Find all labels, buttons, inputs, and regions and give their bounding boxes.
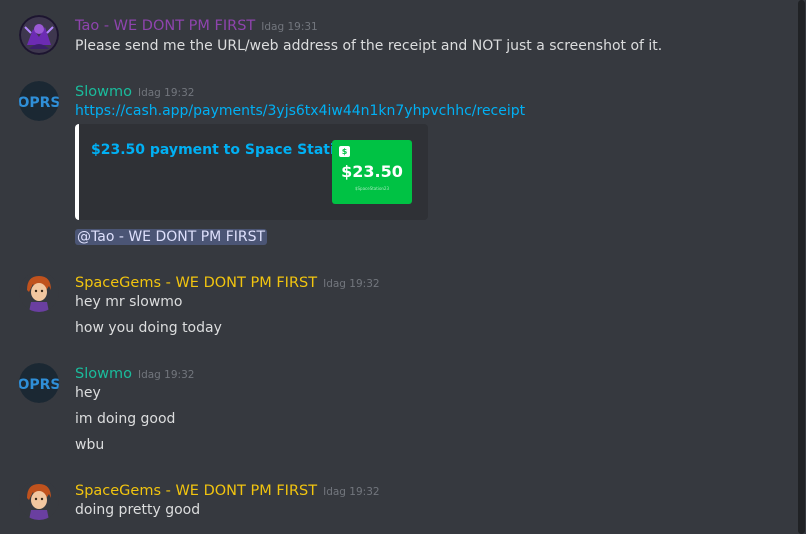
oprs-logo-avatar-icon[interactable]: OPRS bbox=[19, 81, 59, 121]
timestamp: Idag 19:32 bbox=[137, 369, 195, 381]
message-text: wbu bbox=[75, 437, 105, 453]
thumbnail-tag: $SpaceStation23 bbox=[354, 186, 390, 191]
timestamp: Idag 19:31 bbox=[261, 21, 318, 33]
message-header: SpaceGems - WE DONT PM FIRST Idag 19:32 bbox=[75, 480, 380, 500]
embed-thumbnail[interactable]: $ $23.50 $SpaceStation23 bbox=[332, 140, 412, 204]
message-text: doing pretty good bbox=[75, 502, 201, 518]
oprs-logo-avatar-icon[interactable]: OPRS bbox=[19, 363, 59, 403]
message-mention-line: @Tao - WE DONT PM FIRST bbox=[75, 228, 268, 246]
chat-message-list: Tao - WE DONT PM FIRST Idag 19:31 Please … bbox=[0, 0, 806, 534]
message-header: Slowmo Idag 19:32 bbox=[75, 363, 194, 383]
thumbnail-amount: $23.50 bbox=[341, 162, 403, 181]
scrollbar-thumb[interactable] bbox=[798, 0, 805, 534]
purple-character-avatar-icon[interactable] bbox=[19, 15, 59, 55]
username[interactable]: Slowmo bbox=[75, 84, 132, 100]
message-text: im doing good bbox=[75, 411, 176, 427]
username[interactable]: Tao - WE DONT PM FIRST bbox=[75, 18, 255, 34]
timestamp: Idag 19:32 bbox=[137, 87, 195, 99]
message-text: Please send me the URL/web address of th… bbox=[75, 38, 663, 54]
link-embed: $23.50 payment to Space Station $ $23.50… bbox=[75, 124, 428, 220]
receipt-link[interactable]: https://cash.app/payments/3yjs6tx4iw44n1… bbox=[75, 103, 525, 119]
message-header: Slowmo Idag 19:32 bbox=[75, 81, 194, 101]
username[interactable]: SpaceGems - WE DONT PM FIRST bbox=[75, 483, 317, 499]
cashapp-dollar-icon: $ bbox=[339, 146, 350, 157]
message-text: how you doing today bbox=[75, 320, 222, 336]
message-text: hey bbox=[75, 385, 101, 401]
embed-title[interactable]: $23.50 payment to Space Station bbox=[91, 142, 354, 158]
anime-character-avatar-icon[interactable] bbox=[19, 272, 59, 312]
user-mention[interactable]: @Tao - WE DONT PM FIRST bbox=[75, 229, 268, 245]
username[interactable]: Slowmo bbox=[75, 366, 132, 382]
avatar-logo-text: OPRS bbox=[19, 377, 59, 393]
message-header: Tao - WE DONT PM FIRST Idag 19:31 bbox=[75, 15, 318, 35]
timestamp: Idag 19:32 bbox=[323, 278, 380, 290]
anime-character-avatar-icon[interactable] bbox=[19, 480, 59, 520]
username[interactable]: SpaceGems - WE DONT PM FIRST bbox=[75, 275, 317, 291]
message-text: hey mr slowmo bbox=[75, 294, 183, 310]
avatar-logo-text: OPRS bbox=[19, 95, 59, 111]
message-header: SpaceGems - WE DONT PM FIRST Idag 19:32 bbox=[75, 272, 380, 292]
timestamp: Idag 19:32 bbox=[323, 486, 380, 498]
message-link-line: https://cash.app/payments/3yjs6tx4iw44n1… bbox=[75, 102, 525, 120]
